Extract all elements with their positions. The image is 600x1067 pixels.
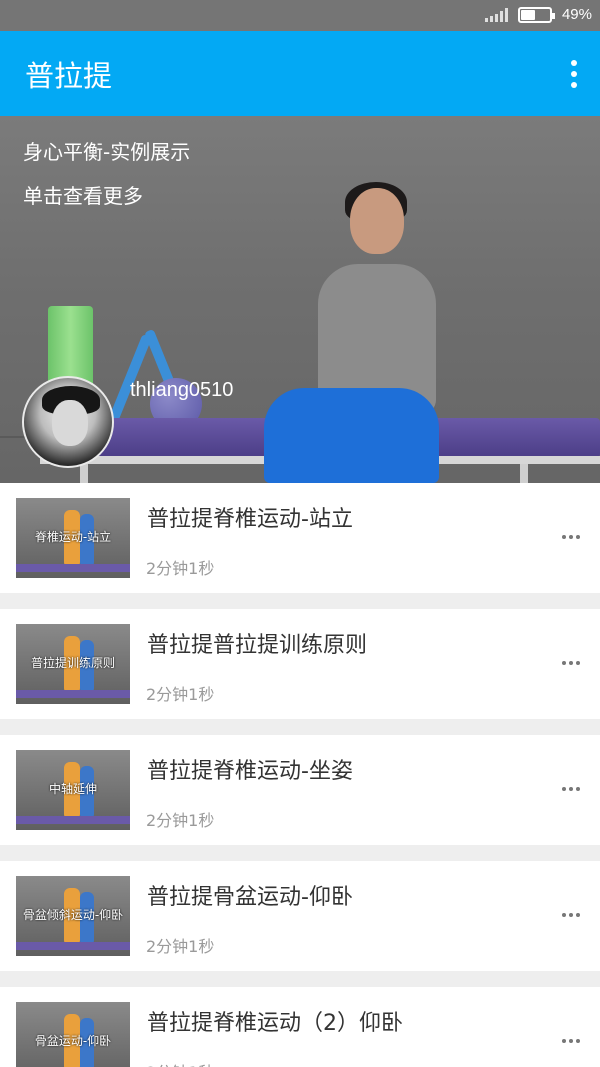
video-list-item[interactable]: 脊椎运动-站立 普拉提脊椎运动-站立 2分钟1秒: [0, 483, 600, 593]
user-avatar[interactable]: [22, 376, 114, 468]
username[interactable]: thliang0510: [130, 379, 233, 402]
thumbnail-caption: 中轴延伸: [48, 782, 97, 796]
more-options-button[interactable]: [562, 787, 580, 791]
video-title: 普拉提脊椎运动（2）仰卧: [147, 1011, 403, 1036]
bench-leg-image: [80, 464, 88, 483]
overflow-dot-icon: [571, 82, 577, 88]
instructor-head-image: [350, 188, 404, 254]
video-title: 普拉提普拉提训练原则: [147, 633, 368, 658]
more-options-button[interactable]: [562, 1039, 580, 1043]
video-duration: 2分钟1秒: [146, 559, 215, 578]
app-title: 普拉提: [25, 59, 113, 93]
thumbnail-caption: 骨盆倾斜运动-仰卧: [22, 908, 124, 922]
battery-percent: 49%: [561, 6, 592, 23]
video-thumbnail: 普拉提训练原则: [16, 624, 130, 704]
overflow-dot-icon: [571, 60, 577, 66]
overflow-dot-icon: [571, 71, 577, 77]
video-duration: 2分钟1秒: [146, 811, 215, 830]
banner-subtitle: 单击查看更多: [23, 184, 143, 208]
status-bar: 49%: [0, 0, 600, 31]
more-options-button[interactable]: [562, 661, 580, 665]
banner-title: 身心平衡-实例展示: [23, 140, 191, 164]
more-options-button[interactable]: [562, 535, 580, 539]
video-duration: 2分钟1秒: [146, 1059, 214, 1067]
overflow-menu-button[interactable]: [562, 53, 586, 95]
video-title: 普拉提脊椎运动-站立: [147, 507, 353, 532]
video-duration: 2分钟1秒: [146, 685, 215, 704]
video-title: 普拉提脊椎运动-坐姿: [147, 759, 353, 784]
battery-icon: [517, 6, 555, 23]
video-list-item[interactable]: 骨盆运动-仰卧 普拉提脊椎运动（2）仰卧 2分钟1秒: [0, 987, 600, 1067]
thumbnail-caption: 普拉提训练原则: [30, 656, 115, 670]
featured-banner[interactable]: 身心平衡-实例展示 单击查看更多 thliang0510: [0, 116, 600, 483]
thumbnail-caption: 脊椎运动-站立: [34, 530, 112, 544]
video-list-item[interactable]: 骨盆倾斜运动-仰卧 普拉提骨盆运动-仰卧 2分钟1秒: [0, 861, 600, 971]
video-list-item[interactable]: 普拉提训练原则 普拉提普拉提训练原则 2分钟1秒: [0, 609, 600, 719]
more-options-button[interactable]: [562, 913, 580, 917]
video-thumbnail: 骨盆倾斜运动-仰卧: [16, 876, 130, 956]
signal-icon: [484, 7, 508, 22]
video-thumbnail: 中轴延伸: [16, 750, 130, 830]
video-thumbnail: 脊椎运动-站立: [16, 498, 130, 578]
app-bar: 普拉提: [0, 31, 600, 116]
video-duration: 2分钟1秒: [146, 937, 215, 956]
video-list-item[interactable]: 中轴延伸 普拉提脊椎运动-坐姿 2分钟1秒: [0, 735, 600, 845]
thumbnail-caption: 骨盆运动-仰卧: [34, 1034, 112, 1048]
video-title: 普拉提骨盆运动-仰卧: [147, 885, 353, 910]
bench-leg-image: [520, 464, 528, 483]
status-icons: 49%: [484, 6, 592, 23]
instructor-legs-image: [264, 388, 439, 483]
video-thumbnail: 骨盆运动-仰卧: [16, 1002, 130, 1067]
